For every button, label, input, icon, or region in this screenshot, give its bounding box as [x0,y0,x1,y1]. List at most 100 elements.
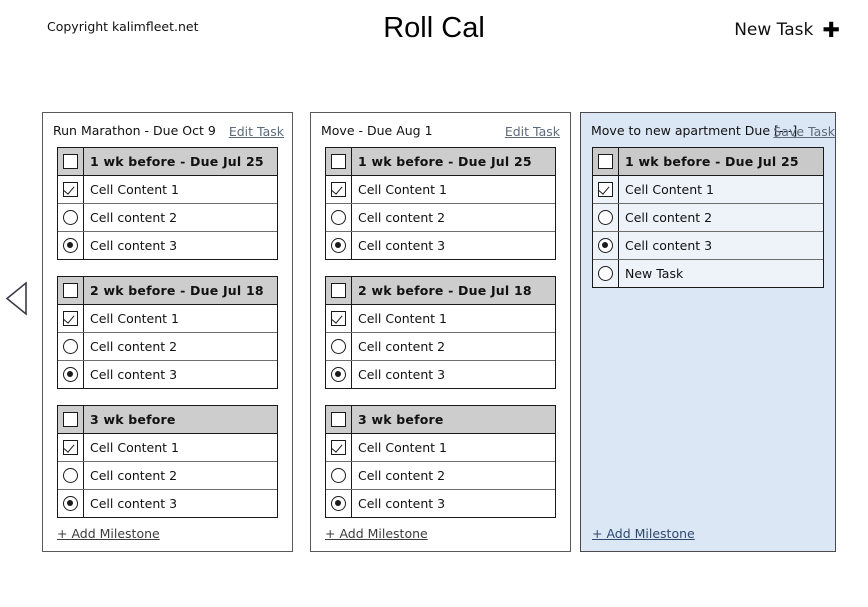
radio-checked-icon[interactable] [331,367,346,382]
milestone-item-row[interactable]: Cell content 3 [58,490,277,517]
milestone-header-row[interactable]: 1 wk before - Due Jul 25 [58,148,277,176]
milestone-item-control-cell[interactable] [326,232,352,259]
milestone-header-label: 1 wk before - Due Jul 25 [625,154,799,169]
radio-unchecked-icon[interactable] [63,210,78,225]
milestone-item-control-cell[interactable] [58,333,84,360]
milestone-item-control-cell[interactable] [593,260,619,287]
milestone-item-row[interactable]: Cell content 3 [58,232,277,259]
checkbox-checked-icon[interactable] [598,182,613,197]
milestone-item-control-cell[interactable] [58,176,84,203]
radio-unchecked-icon[interactable] [331,468,346,483]
checkbox-unchecked-icon[interactable] [331,283,346,298]
milestone-item-row[interactable]: Cell content 2 [58,333,277,361]
save-task-link[interactable]: Save Task [773,124,835,139]
milestone-item-row[interactable]: Cell Content 1 [326,434,555,462]
checkbox-unchecked-icon[interactable] [63,154,78,169]
milestone-item-row[interactable]: Cell Content 1 [58,305,277,333]
checkbox-checked-icon[interactable] [331,182,346,197]
checkbox-checked-icon[interactable] [331,440,346,455]
milestone-item-control-cell[interactable] [593,204,619,231]
milestone-checkbox-cell[interactable] [593,148,619,175]
milestone-item-control-cell[interactable] [326,490,352,517]
milestone-header-row[interactable]: 1 wk before - Due Jul 25 [593,148,823,176]
milestone-item-row[interactable]: Cell content 2 [326,333,555,361]
milestone-header-row[interactable]: 1 wk before - Due Jul 25 [326,148,555,176]
milestone-item-control-cell[interactable] [58,434,84,461]
radio-unchecked-icon[interactable] [63,468,78,483]
milestone-item-control-cell[interactable] [326,305,352,332]
milestone-item-row[interactable]: Cell content 2 [593,204,823,232]
radio-checked-icon[interactable] [63,238,78,253]
task-card[interactable]: Run Marathon - Due Oct 9 Edit Task 1 wk be… [42,112,293,552]
milestone-item-row[interactable]: Cell content 3 [58,361,277,388]
milestone-item-control-cell[interactable] [58,232,84,259]
milestone-item-row[interactable]: Cell content 2 [326,204,555,232]
milestone-item-label: Cell content 3 [358,238,446,253]
milestone-item-control-cell[interactable] [593,176,619,203]
milestone-group: 1 wk before - Due Jul 25 Cell Content 1 Ce… [57,147,278,260]
milestone-item-row[interactable]: New Task [593,260,823,287]
milestone-item-control-cell[interactable] [326,204,352,231]
checkbox-unchecked-icon[interactable] [598,154,613,169]
milestone-item-row[interactable]: Cell content 3 [326,490,555,517]
milestone-item-row[interactable]: Cell Content 1 [326,176,555,204]
checkbox-unchecked-icon[interactable] [63,412,78,427]
checkbox-checked-icon[interactable] [63,440,78,455]
milestone-item-control-cell[interactable] [593,232,619,259]
add-milestone-link[interactable]: + Add Milestone [57,526,160,541]
radio-unchecked-icon[interactable] [63,339,78,354]
milestone-item-row[interactable]: Cell content 2 [58,204,277,232]
task-card[interactable]: Move to new apartment Due [---] Save Task… [580,112,836,552]
radio-checked-icon[interactable] [331,496,346,511]
checkbox-checked-icon[interactable] [63,311,78,326]
radio-checked-icon[interactable] [63,367,78,382]
milestone-item-row[interactable]: Cell content 2 [326,462,555,490]
checkbox-unchecked-icon[interactable] [331,412,346,427]
milestone-item-row[interactable]: Cell Content 1 [58,176,277,204]
milestone-header-row[interactable]: 3 wk before [58,406,277,434]
milestone-item-row[interactable]: Cell content 2 [58,462,277,490]
edit-task-link[interactable]: Edit Task [229,124,284,139]
milestone-header-row[interactable]: 2 wk before - Due Jul 18 [58,277,277,305]
milestone-item-row[interactable]: Cell content 3 [326,232,555,259]
edit-task-link[interactable]: Edit Task [505,124,560,139]
checkbox-unchecked-icon[interactable] [63,283,78,298]
milestone-checkbox-cell[interactable] [58,406,84,433]
radio-checked-icon[interactable] [598,238,613,253]
radio-checked-icon[interactable] [63,496,78,511]
milestone-item-row[interactable]: Cell Content 1 [58,434,277,462]
milestone-item-row[interactable]: Cell Content 1 [326,305,555,333]
checkbox-checked-icon[interactable] [63,182,78,197]
add-milestone-link[interactable]: + Add Milestone [325,526,428,541]
checkbox-checked-icon[interactable] [331,311,346,326]
milestone-item-control-cell[interactable] [326,361,352,388]
milestone-item-label: Cell content 2 [358,210,446,225]
milestone-header-row[interactable]: 3 wk before [326,406,555,434]
milestone-header-row[interactable]: 2 wk before - Due Jul 18 [326,277,555,305]
radio-unchecked-icon[interactable] [598,210,613,225]
radio-unchecked-icon[interactable] [598,266,613,281]
task-card[interactable]: Move - Due Aug 1 Edit Task 1 wk before - D… [310,112,571,552]
milestone-checkbox-cell[interactable] [326,277,352,304]
radio-unchecked-icon[interactable] [331,210,346,225]
milestone-checkbox-cell[interactable] [58,277,84,304]
milestone-item-control-cell[interactable] [58,490,84,517]
milestone-item-control-cell[interactable] [58,462,84,489]
milestone-item-control-cell[interactable] [58,361,84,388]
milestone-item-control-cell[interactable] [326,462,352,489]
milestone-item-control-cell[interactable] [58,204,84,231]
milestone-item-row[interactable]: Cell content 3 [326,361,555,388]
milestone-checkbox-cell[interactable] [326,148,352,175]
milestone-item-control-cell[interactable] [326,333,352,360]
checkbox-unchecked-icon[interactable] [331,154,346,169]
add-milestone-link[interactable]: + Add Milestone [592,526,695,541]
milestone-item-control-cell[interactable] [58,305,84,332]
milestone-item-control-cell[interactable] [326,176,352,203]
milestone-checkbox-cell[interactable] [326,406,352,433]
milestone-checkbox-cell[interactable] [58,148,84,175]
radio-checked-icon[interactable] [331,238,346,253]
milestone-item-row[interactable]: Cell content 3 [593,232,823,260]
radio-unchecked-icon[interactable] [331,339,346,354]
milestone-item-row[interactable]: Cell Content 1 [593,176,823,204]
milestone-item-control-cell[interactable] [326,434,352,461]
